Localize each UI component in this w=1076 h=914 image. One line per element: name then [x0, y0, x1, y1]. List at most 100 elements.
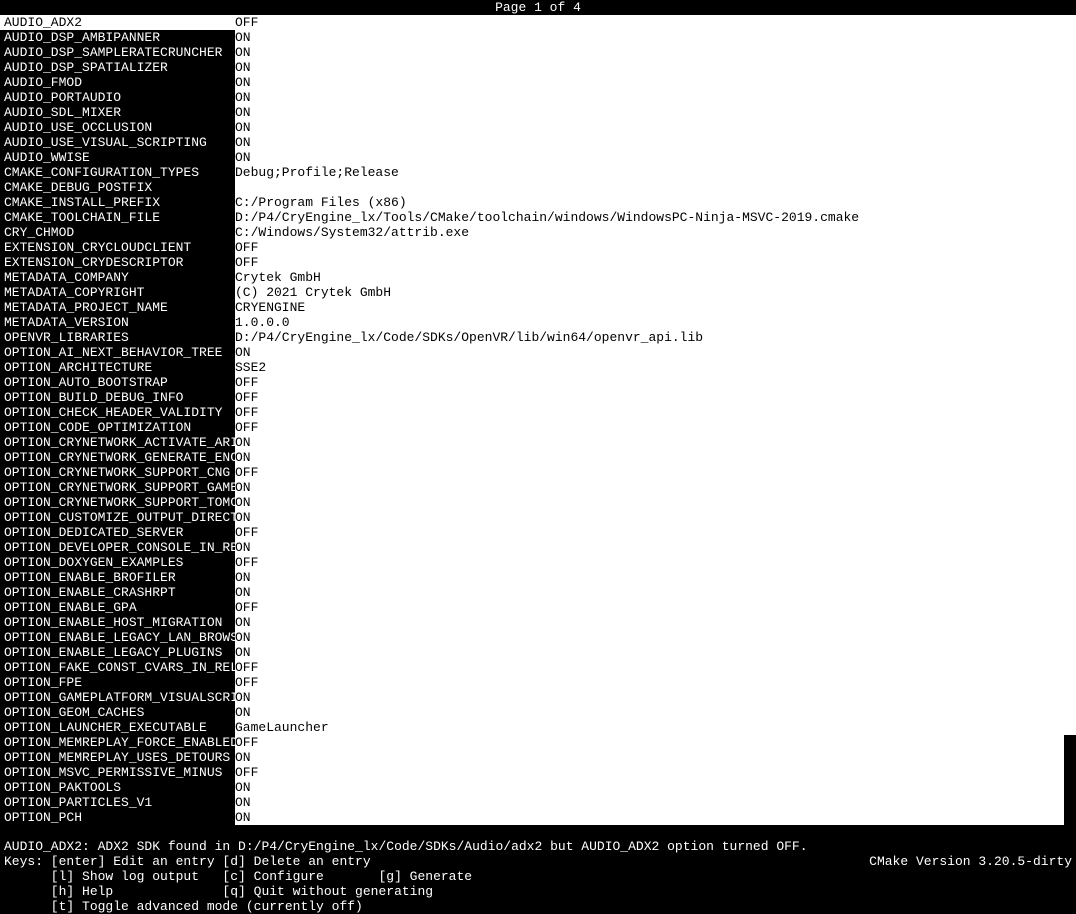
option-value[interactable]: ON	[235, 750, 1064, 765]
option-row[interactable]: OPTION_ENABLE_GPAOFF	[0, 600, 1064, 615]
option-value[interactable]: ON	[235, 495, 1064, 510]
option-value[interactable]: ON	[235, 630, 1064, 645]
option-value[interactable]: 1.0.0.0	[235, 315, 1064, 330]
option-value[interactable]: ON	[235, 810, 1064, 825]
option-value[interactable]: ON	[235, 540, 1064, 555]
option-value[interactable]: ON	[235, 645, 1064, 660]
scrollbar[interactable]	[1064, 15, 1076, 825]
option-row[interactable]: OPTION_PCHON	[0, 810, 1064, 825]
option-value[interactable]: ON	[235, 570, 1064, 585]
option-row[interactable]: OPTION_ARCHITECTURESSE2	[0, 360, 1064, 375]
option-row[interactable]: METADATA_PROJECT_NAMECRYENGINE	[0, 300, 1064, 315]
option-row[interactable]: AUDIO_ADX2OFF	[0, 15, 1064, 30]
option-value[interactable]: OFF	[235, 405, 1064, 420]
option-row[interactable]: AUDIO_DSP_AMBIPANNERON	[0, 30, 1064, 45]
option-row[interactable]: OPTION_MEMREPLAY_USES_DETOURSON	[0, 750, 1064, 765]
option-row[interactable]: CMAKE_TOOLCHAIN_FILED:/P4/CryEngine_lx/T…	[0, 210, 1064, 225]
option-value[interactable]: ON	[235, 135, 1064, 150]
option-row[interactable]: METADATA_COPYRIGHT(C) 2021 Crytek GmbH	[0, 285, 1064, 300]
option-value[interactable]: ON	[235, 795, 1064, 810]
option-value[interactable]: ON	[235, 435, 1064, 450]
option-row[interactable]: OPTION_PARTICLES_V1ON	[0, 795, 1064, 810]
option-value[interactable]: OFF	[235, 660, 1064, 675]
option-value[interactable]: (C) 2021 Crytek GmbH	[235, 285, 1064, 300]
option-value[interactable]: ON	[235, 450, 1064, 465]
option-value[interactable]: SSE2	[235, 360, 1064, 375]
option-value[interactable]: ON	[235, 60, 1064, 75]
option-row[interactable]: OPTION_FAKE_CONST_CVARS_IN_RELOFF	[0, 660, 1064, 675]
option-value[interactable]: OFF	[235, 675, 1064, 690]
option-row[interactable]: OPTION_BUILD_DEBUG_INFOOFF	[0, 390, 1064, 405]
option-value[interactable]: ON	[235, 150, 1064, 165]
option-row[interactable]: OPTION_CRYNETWORK_SUPPORT_CNGOFF	[0, 465, 1064, 480]
options-list[interactable]: AUDIO_ADX2OFFAUDIO_DSP_AMBIPANNERONAUDIO…	[0, 15, 1076, 825]
option-row[interactable]: AUDIO_WWISEON	[0, 150, 1064, 165]
option-row[interactable]: METADATA_COMPANYCrytek GmbH	[0, 270, 1064, 285]
option-row[interactable]: CMAKE_INSTALL_PREFIXC:/Program Files (x8…	[0, 195, 1064, 210]
option-row[interactable]: OPTION_CRYNETWORK_SUPPORT_GAMEON	[0, 480, 1064, 495]
option-row[interactable]: CRY_CHMODC:/Windows/System32/attrib.exe	[0, 225, 1064, 240]
option-value[interactable]: ON	[235, 780, 1064, 795]
option-row[interactable]: AUDIO_SDL_MIXERON	[0, 105, 1064, 120]
option-value[interactable]: ON	[235, 615, 1064, 630]
option-row[interactable]: OPTION_CRYNETWORK_ACTIVATE_ARION	[0, 435, 1064, 450]
option-row[interactable]: OPTION_LAUNCHER_EXECUTABLEGameLauncher	[0, 720, 1064, 735]
option-row[interactable]: CMAKE_CONFIGURATION_TYPESDebug;Profile;R…	[0, 165, 1064, 180]
option-row[interactable]: AUDIO_DSP_SAMPLERATECRUNCHERON	[0, 45, 1064, 60]
option-value[interactable]: ON	[235, 690, 1064, 705]
option-row[interactable]: OPTION_ENABLE_LEGACY_PLUGINSON	[0, 645, 1064, 660]
option-value[interactable]: ON	[235, 90, 1064, 105]
option-row[interactable]: OPTION_ENABLE_LEGACY_LAN_BROWSON	[0, 630, 1064, 645]
option-row[interactable]: AUDIO_PORTAUDIOON	[0, 90, 1064, 105]
option-value[interactable]: C:/Program Files (x86)	[235, 195, 1064, 210]
option-value[interactable]: D:/P4/CryEngine_lx/Tools/CMake/toolchain…	[235, 210, 1064, 225]
option-row[interactable]: OPTION_AUTO_BOOTSTRAPOFF	[0, 375, 1064, 390]
option-value[interactable]: OFF	[235, 255, 1064, 270]
option-row[interactable]: OPTION_CRYNETWORK_SUPPORT_TOMCON	[0, 495, 1064, 510]
option-value[interactable]: OFF	[235, 15, 1064, 30]
scroll-thumb[interactable]	[1064, 735, 1076, 825]
option-value[interactable]: OFF	[235, 420, 1064, 435]
option-row[interactable]: OPTION_CODE_OPTIMIZATIONOFF	[0, 420, 1064, 435]
option-value[interactable]: OFF	[235, 525, 1064, 540]
option-row[interactable]: OPTION_CUSTOMIZE_OUTPUT_DIRECTON	[0, 510, 1064, 525]
option-value[interactable]: OFF	[235, 390, 1064, 405]
option-row[interactable]: OPTION_DOXYGEN_EXAMPLESOFF	[0, 555, 1064, 570]
option-value[interactable]: ON	[235, 345, 1064, 360]
option-value[interactable]: ON	[235, 105, 1064, 120]
option-row[interactable]: OPTION_GAMEPLATFORM_VISUALSCRION	[0, 690, 1064, 705]
option-value[interactable]: ON	[235, 30, 1064, 45]
option-value[interactable]: OFF	[235, 765, 1064, 780]
option-value[interactable]: ON	[235, 120, 1064, 135]
option-value[interactable]: OFF	[235, 240, 1064, 255]
option-row[interactable]: EXTENSION_CRYDESCRIPTOROFF	[0, 255, 1064, 270]
option-value[interactable]: ON	[235, 75, 1064, 90]
option-row[interactable]: OPTION_FPEOFF	[0, 675, 1064, 690]
option-row[interactable]: OPTION_GEOM_CACHESON	[0, 705, 1064, 720]
option-value[interactable]: OFF	[235, 555, 1064, 570]
option-value[interactable]: ON	[235, 480, 1064, 495]
option-row[interactable]: OPTION_CRYNETWORK_GENERATE_ENCON	[0, 450, 1064, 465]
option-row[interactable]: OPTION_DEVELOPER_CONSOLE_IN_REON	[0, 540, 1064, 555]
option-row[interactable]: OPTION_AI_NEXT_BEHAVIOR_TREEON	[0, 345, 1064, 360]
option-row[interactable]: AUDIO_FMODON	[0, 75, 1064, 90]
option-row[interactable]: OPTION_MSVC_PERMISSIVE_MINUSOFF	[0, 765, 1064, 780]
option-value[interactable]: OFF	[235, 735, 1064, 750]
option-value[interactable]: ON	[235, 585, 1064, 600]
option-row[interactable]: OPENVR_LIBRARIESD:/P4/CryEngine_lx/Code/…	[0, 330, 1064, 345]
option-row[interactable]: OPTION_ENABLE_CRASHRPTON	[0, 585, 1064, 600]
option-value[interactable]: ON	[235, 705, 1064, 720]
option-row[interactable]: AUDIO_DSP_SPATIALIZERON	[0, 60, 1064, 75]
option-row[interactable]: AUDIO_USE_VISUAL_SCRIPTINGON	[0, 135, 1064, 150]
option-value[interactable]: CRYENGINE	[235, 300, 1064, 315]
option-row[interactable]: EXTENSION_CRYCLOUDCLIENTOFF	[0, 240, 1064, 255]
option-value[interactable]: Crytek GmbH	[235, 270, 1064, 285]
option-value[interactable]: OFF	[235, 375, 1064, 390]
option-value[interactable]: OFF	[235, 600, 1064, 615]
option-row[interactable]: OPTION_DEDICATED_SERVEROFF	[0, 525, 1064, 540]
option-value[interactable]: D:/P4/CryEngine_lx/Code/SDKs/OpenVR/lib/…	[235, 330, 1064, 345]
option-row[interactable]: OPTION_CHECK_HEADER_VALIDITYOFF	[0, 405, 1064, 420]
option-row[interactable]: OPTION_MEMREPLAY_FORCE_ENABLEDOFF	[0, 735, 1064, 750]
option-row[interactable]: OPTION_ENABLE_HOST_MIGRATIONON	[0, 615, 1064, 630]
option-row[interactable]: METADATA_VERSION1.0.0.0	[0, 315, 1064, 330]
